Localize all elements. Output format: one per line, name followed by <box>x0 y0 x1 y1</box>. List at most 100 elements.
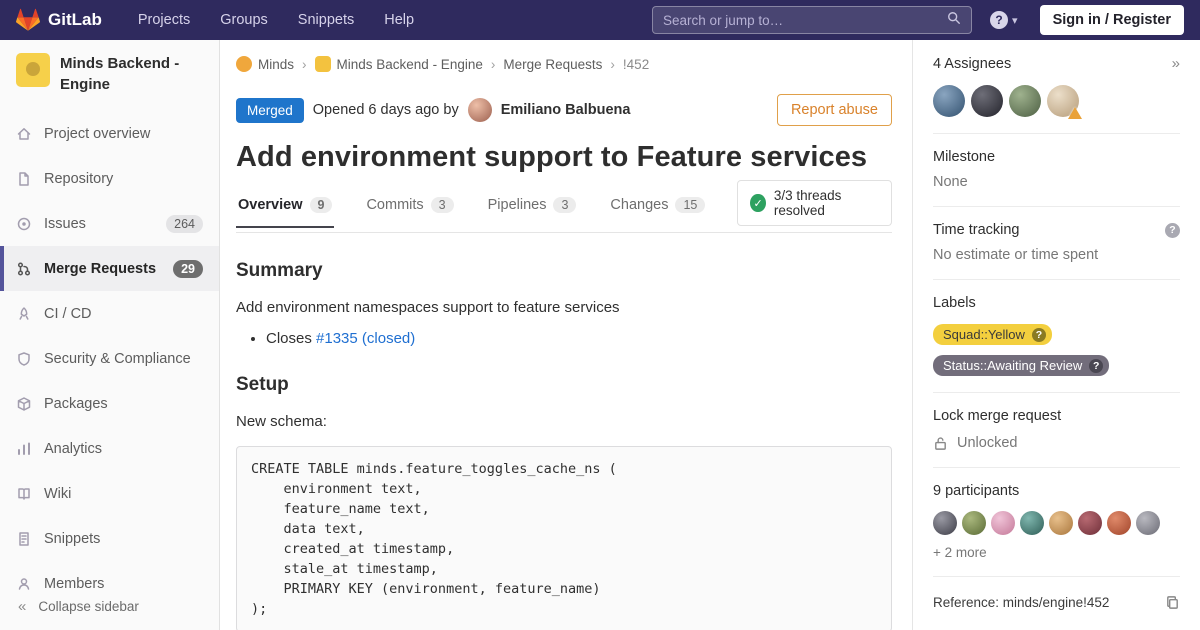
sidebar-item-repository[interactable]: Repository <box>0 156 219 201</box>
help-icon[interactable]: ? <box>1165 223 1180 238</box>
tab-pipelines[interactable]: Pipelines 3 <box>486 184 579 228</box>
sidebar-item-packages[interactable]: Packages <box>0 381 219 426</box>
reference-section: Reference: minds/engine!452 <box>933 577 1180 610</box>
group-avatar-icon <box>236 56 252 72</box>
copy-icon[interactable] <box>1165 595 1180 610</box>
help-dropdown[interactable]: ? ▾ <box>990 11 1018 29</box>
nav-item-snippets[interactable]: Snippets <box>298 12 354 28</box>
issue-link[interactable]: #1335 (closed) <box>316 330 415 347</box>
sidebar-item-label: Merge Requests <box>44 261 156 277</box>
collapse-sidebar-label: Collapse sidebar <box>38 599 139 614</box>
gitlab-brand[interactable]: GitLab <box>16 8 102 32</box>
signin-register-button[interactable]: Sign in / Register <box>1040 5 1184 35</box>
mr-opened-text: Opened 6 days ago by <box>313 102 459 118</box>
sidebar-item-snippets[interactable]: Snippets <box>0 516 219 561</box>
participant-avatar[interactable] <box>1020 511 1044 535</box>
nav-item-groups[interactable]: Groups <box>220 12 268 28</box>
warning-icon <box>1068 107 1082 119</box>
project-header[interactable]: Minds Backend - Engine <box>0 40 219 105</box>
chevron-down-icon: ▾ <box>1012 14 1018 27</box>
sidebar-item-label: Project overview <box>44 126 150 142</box>
rocket-icon <box>16 306 32 322</box>
chart-icon <box>16 441 32 457</box>
sidebar-item-label: Wiki <box>44 486 71 502</box>
threads-resolved-button[interactable]: ✓ 3/3 threads resolved <box>737 180 892 226</box>
unlock-icon <box>933 436 948 451</box>
sidebar-item-analytics[interactable]: Analytics <box>0 426 219 471</box>
author-name[interactable]: Emiliano Balbuena <box>501 102 631 118</box>
sidebar-item-project-overview[interactable]: Project overview <box>0 111 219 156</box>
summary-text: Add environment namespaces support to fe… <box>236 299 892 316</box>
setup-heading: Setup <box>236 374 892 396</box>
participants-more-link[interactable]: + 2 more <box>933 545 1180 560</box>
tab-changes[interactable]: Changes 15 <box>608 184 707 228</box>
main-content: Minds › Minds Backend - Engine › Merge R… <box>220 40 912 630</box>
breadcrumb-separator-icon: › <box>491 57 496 72</box>
assignee-avatar[interactable] <box>933 85 965 117</box>
assignee-avatars <box>933 85 1180 117</box>
closes-list: Closes #1335 (closed) <box>236 330 892 347</box>
collapse-sidebar-button[interactable]: « Collapse sidebar <box>0 582 219 630</box>
collapse-left-icon: « <box>18 598 26 615</box>
search-input[interactable] <box>663 13 947 28</box>
tab-commits[interactable]: Commits 3 <box>364 184 455 228</box>
breadcrumb-label: Minds <box>258 57 294 72</box>
tab-label: Changes <box>610 197 668 213</box>
sidebar-item-label: CI / CD <box>44 306 92 322</box>
tab-overview[interactable]: Overview 9 <box>236 184 334 228</box>
collapse-right-sidebar-icon[interactable]: » <box>1172 55 1180 72</box>
tab-label: Commits <box>366 197 423 213</box>
tab-count-badge: 9 <box>310 197 333 213</box>
snippet-icon <box>16 531 32 547</box>
merge-request-icon <box>16 261 32 277</box>
tab-count-badge: 3 <box>553 197 576 213</box>
issues-count-badge: 264 <box>166 215 203 233</box>
merge-requests-count-badge: 29 <box>173 260 203 278</box>
participant-avatar[interactable] <box>1136 511 1160 535</box>
mr-tabs: Overview 9 Commits 3 Pipelines 3 Changes… <box>236 180 892 233</box>
nav-item-help[interactable]: Help <box>384 12 414 28</box>
assignee-avatar[interactable] <box>1009 85 1041 117</box>
author-avatar[interactable] <box>468 98 492 122</box>
project-avatar <box>16 53 50 87</box>
participant-avatar[interactable] <box>1078 511 1102 535</box>
label-pill-status-awaiting-review[interactable]: Status::Awaiting Review ? <box>933 355 1109 376</box>
schema-label: New schema: <box>236 413 892 430</box>
sidebar-item-label: Security & Compliance <box>44 351 191 367</box>
breadcrumb-item-project[interactable]: Minds Backend - Engine <box>315 56 483 72</box>
label-pill-squad-yellow[interactable]: Squad::Yellow ? <box>933 324 1052 345</box>
project-title: Minds Backend - Engine <box>60 53 203 95</box>
sidebar-item-issues[interactable]: Issues 264 <box>0 201 219 246</box>
report-abuse-button[interactable]: Report abuse <box>777 94 892 126</box>
assignee-avatar[interactable] <box>1047 85 1079 117</box>
participant-avatar[interactable] <box>1107 511 1131 535</box>
breadcrumb-item-minds[interactable]: Minds <box>236 56 294 72</box>
closes-label: Closes <box>266 330 312 347</box>
time-tracking-section: Time tracking ? No estimate or time spen… <box>933 207 1180 280</box>
sidebar-nav: Project overview Repository Issues 264 M… <box>0 111 219 606</box>
breadcrumb-item-merge-requests[interactable]: Merge Requests <box>503 57 602 72</box>
sidebar-item-security-compliance[interactable]: Security & Compliance <box>0 336 219 381</box>
global-search[interactable] <box>652 6 972 34</box>
code-block: CREATE TABLE minds.feature_toggles_cache… <box>236 446 892 630</box>
check-icon: ✓ <box>750 194 765 212</box>
sidebar-item-label: Repository <box>44 171 113 187</box>
participant-avatar[interactable] <box>933 511 957 535</box>
participant-avatar[interactable] <box>962 511 986 535</box>
breadcrumb-label: Minds Backend - Engine <box>337 57 483 72</box>
nav-item-projects[interactable]: Projects <box>138 12 190 28</box>
participant-avatar[interactable] <box>991 511 1015 535</box>
assignee-avatar[interactable] <box>971 85 1003 117</box>
participant-avatar[interactable] <box>1049 511 1073 535</box>
sidebar-item-ci-cd[interactable]: CI / CD <box>0 291 219 336</box>
summary-heading: Summary <box>236 260 892 282</box>
help-icon: ? <box>990 11 1008 29</box>
assignees-label: 4 Assignees <box>933 56 1011 72</box>
package-icon <box>16 396 32 412</box>
sidebar-item-merge-requests[interactable]: Merge Requests 29 <box>0 246 219 291</box>
sidebar-item-label: Packages <box>44 396 108 412</box>
sidebar-item-wiki[interactable]: Wiki <box>0 471 219 516</box>
breadcrumb-separator-icon: › <box>610 57 615 72</box>
labels-label: Labels <box>933 295 1180 311</box>
left-sidebar: Minds Backend - Engine Project overview … <box>0 40 220 630</box>
